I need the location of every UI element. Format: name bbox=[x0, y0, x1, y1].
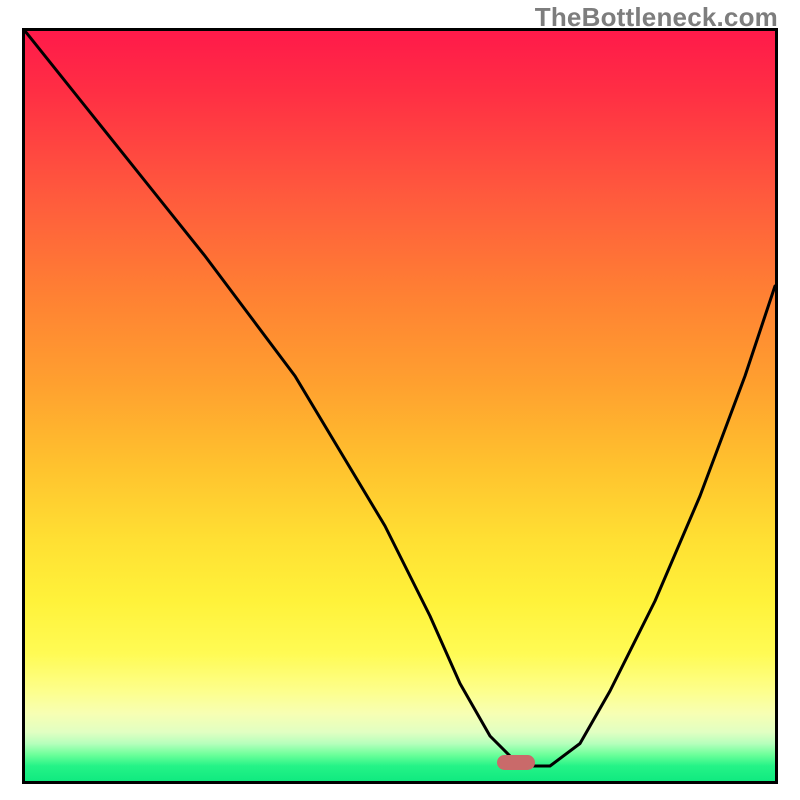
bottleneck-curve bbox=[25, 31, 775, 781]
optimal-point-marker bbox=[497, 755, 535, 770]
plot-area bbox=[22, 28, 778, 784]
chart-frame: TheBottleneck.com bbox=[0, 0, 800, 800]
